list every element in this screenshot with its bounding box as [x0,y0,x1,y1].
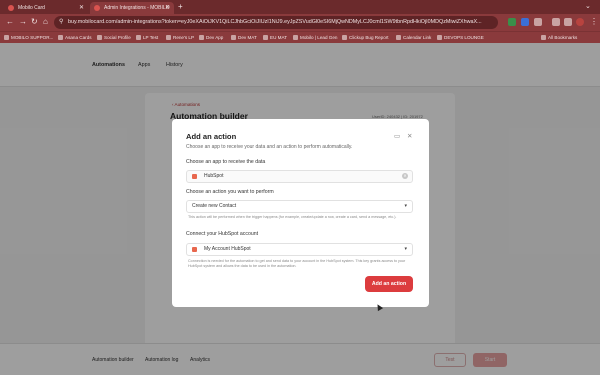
browser-tab-mobilo-card[interactable]: Mobilo Card ✕ [4,2,88,14]
clear-icon[interactable]: ✕ [402,173,408,179]
tab-title: Mobilo Card [18,5,45,11]
bookmark-item[interactable]: DEVOPS LOUNGE [437,34,484,42]
bookmark-item[interactable]: MOBILO SUPPOR... [4,34,53,42]
app-select[interactable]: HubSpot ✕ [186,170,413,183]
extensions-puzzle-icon[interactable] [534,18,542,26]
tab-title: Admin Integrations - MOBILO [104,5,170,11]
bookmark-item-all[interactable]: All Bookmarks [541,34,577,42]
chevron-down-icon: ▾ [404,246,407,252]
address-bar[interactable]: ⚲ buy.mobilocard.com/admin-integrations?… [54,16,498,29]
bookmark-item[interactable]: EU MAT [263,34,287,42]
add-action-label: Add an action [371,281,407,287]
bookmarks-bar: MOBILO SUPPOR... Asana Cards Social Prof… [0,31,600,43]
bookmark-item[interactable]: Rene's LP [166,34,194,42]
close-tab-icon[interactable]: ✕ [165,4,170,11]
hubspot-icon [192,174,197,179]
home-icon[interactable]: ⌂ [43,17,48,27]
close-icon[interactable]: ✕ [407,133,412,141]
favicon-icon [8,5,14,11]
bookmark-item[interactable]: Dev MAT [231,34,257,42]
connect-account-label: Connect your HubSpot account [186,231,259,237]
add-action-modal: Add an action ▭ ✕ Choose an app to recei… [172,119,429,307]
bookmark-item[interactable]: Calendar Link [396,34,431,42]
close-tab-icon[interactable]: ✕ [79,4,84,11]
account-select-value: My Account HubSpot [204,246,251,252]
bookmark-item[interactable]: Dev App [199,34,223,42]
reload-icon[interactable]: ↻ [31,17,38,27]
bookmark-item[interactable]: Social Profile [97,34,131,42]
action-select[interactable]: Create new Contact ▾ [186,200,413,213]
extension-icon[interactable] [521,18,529,26]
profile-avatar[interactable] [576,18,584,26]
extension-icon[interactable] [508,18,516,26]
chevron-down-icon: ▾ [404,203,407,209]
back-icon[interactable]: ← [6,17,14,27]
browser-menu-icon[interactable]: ⋮ [590,17,598,27]
browser-tab-bar: Mobilo Card ✕ Admin Integrations - MOBIL… [0,0,600,14]
app-select-label: Choose an app to receive the data [186,159,266,165]
modal-subtitle: Choose an app to receive your data and a… [186,144,353,150]
hubspot-icon [192,247,197,252]
browser-tab-admin-integrations[interactable]: Admin Integrations - MOBILO ✕ [90,2,174,14]
chat-help-icon[interactable]: ▭ [394,133,400,141]
bookmark-item[interactable]: Asana Cards [58,34,92,42]
download-icon[interactable] [552,18,560,26]
add-action-button[interactable]: Add an action [365,276,413,292]
new-tab-icon[interactable]: + [178,2,183,11]
favicon-icon [94,5,100,11]
account-select[interactable]: My Account HubSpot ▾ [186,243,413,256]
sidepanel-icon[interactable] [564,18,572,26]
action-select-label: Choose an action you want to perform [186,189,274,195]
bookmark-item[interactable]: LP Test [136,34,158,42]
bookmark-item[interactable]: Clickup Bug Report [342,34,389,42]
app-select-value: HubSpot [204,173,224,179]
browser-toolbar: ← → ↻ ⌂ ⚲ buy.mobilocard.com/admin-integ… [0,14,600,31]
bookmark-item[interactable]: Mobilo | Lead Gen [293,34,337,42]
connect-hint: Connection is needed for the automation … [188,259,406,268]
action-select-value: Create new Contact [192,203,237,209]
modal-title: Add an action [186,132,237,141]
url-text: buy.mobilocard.com/admin-integrations?to… [68,19,482,25]
tab-search-icon[interactable]: ⌄ [585,2,591,10]
site-info-icon[interactable]: ⚲ [59,16,63,29]
forward-icon[interactable]: → [19,17,27,27]
action-hint: This action will be performed when the t… [188,215,397,219]
